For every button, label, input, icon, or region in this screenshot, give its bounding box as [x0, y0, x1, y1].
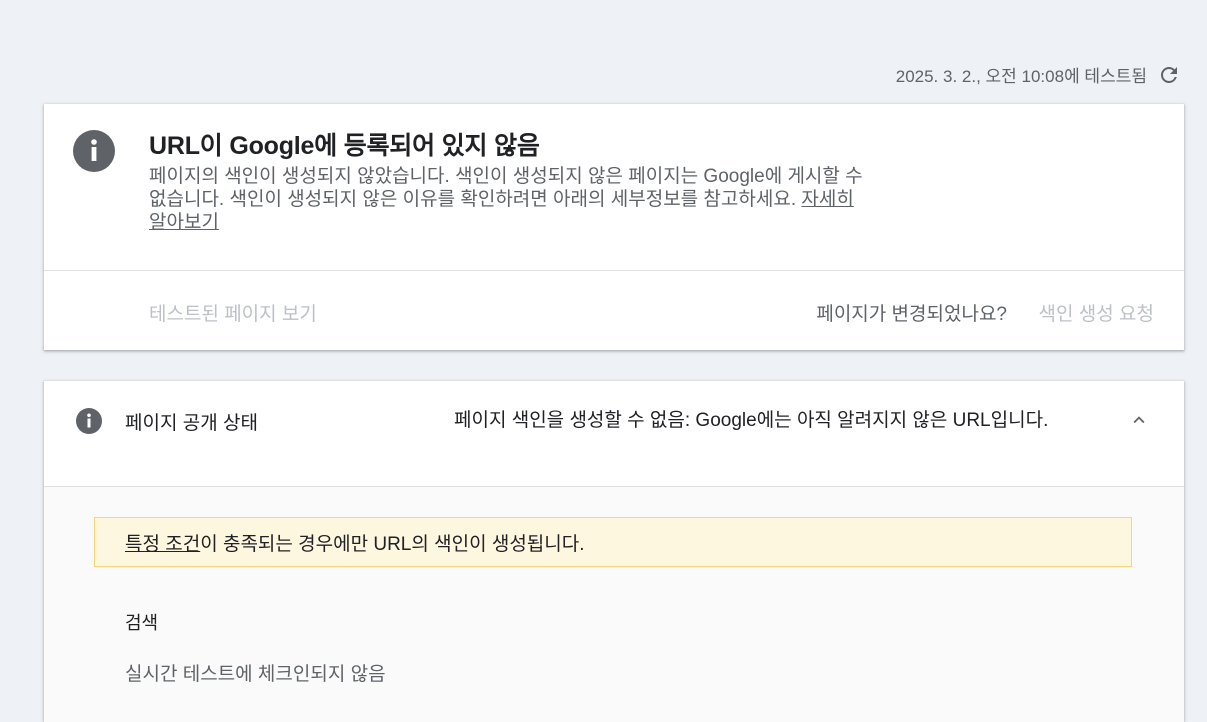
request-indexing-button[interactable]: 색인 생성 요청: [1039, 299, 1154, 326]
page-availability-value: 페이지 색인을 생성할 수 없음: Google에는 아직 알려지지 않은 UR…: [454, 410, 1049, 431]
specific-conditions-link[interactable]: 특정 조건: [125, 529, 200, 556]
page-availability-details: 특정 조건 이 충족되는 경우에만 URL의 색인이 생성됩니다. 검색 실시간 …: [44, 487, 1184, 722]
info-icon: [76, 408, 102, 434]
search-section-label: 검색: [125, 613, 159, 633]
status-description-text: 페이지의 색인이 생성되지 않았습니다. 색인이 생성되지 않은 페이지는 Go…: [149, 166, 863, 210]
index-status-card: URL이 Google에 등록되어 있지 않음 페이지의 색인이 생성되지 않았…: [44, 104, 1184, 350]
chevron-up-icon[interactable]: [1128, 409, 1150, 431]
page-availability-header[interactable]: 페이지 공개 상태 페이지 색인을 생성할 수 없음: Google에는 아직 …: [44, 381, 1184, 487]
status-summary: URL이 Google에 등록되어 있지 않음 페이지의 색인이 생성되지 않았…: [44, 104, 1184, 271]
refresh-icon[interactable]: [1157, 63, 1181, 87]
page-availability-card: 페이지 공개 상태 페이지 색인을 생성할 수 없음: Google에는 아직 …: [44, 381, 1184, 722]
notice-text: 이 충족되는 경우에만 URL의 색인이 생성됩니다.: [200, 533, 585, 555]
status-title: URL이 Google에 등록되어 있지 않음: [149, 132, 540, 160]
page-changed-label: 페이지가 변경되었나요?: [816, 304, 1007, 325]
tested-timestamp-bar: 2025. 3. 2., 오전 10:08에 테스트됨: [896, 62, 1181, 87]
tested-timestamp: 2025. 3. 2., 오전 10:08에 테스트됨: [895, 67, 1147, 86]
page-availability-label: 페이지 공개 상태: [125, 413, 258, 434]
status-description: 페이지의 색인이 생성되지 않았습니다. 색인이 생성되지 않은 페이지는 Go…: [149, 165, 869, 234]
status-actions: 테스트된 페이지 보기 페이지가 변경되었나요? 색인 생성 요청: [44, 271, 1184, 351]
info-icon: [73, 130, 115, 172]
view-tested-page-button[interactable]: 테스트된 페이지 보기: [149, 299, 317, 326]
search-section-value: 실시간 테스트에 체크인되지 않음: [125, 664, 386, 685]
indexing-conditions-notice: 특정 조건 이 충족되는 경우에만 URL의 색인이 생성됩니다.: [94, 517, 1132, 567]
